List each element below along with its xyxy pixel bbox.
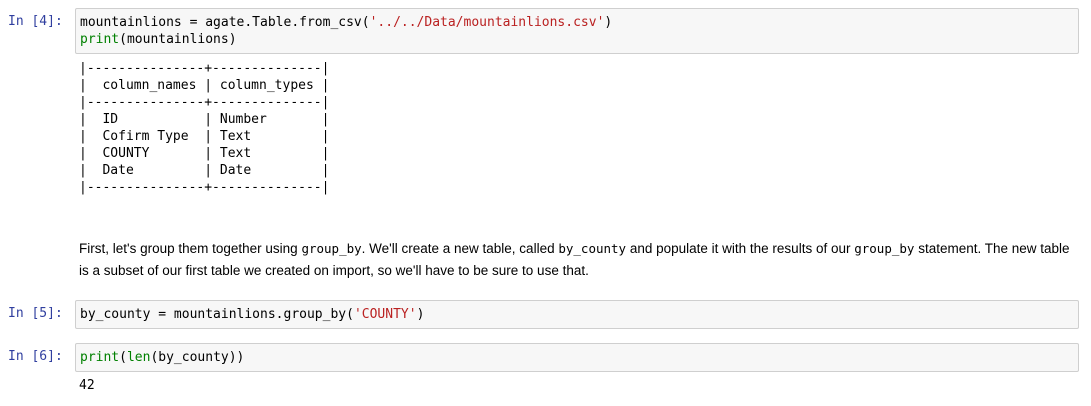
code-text: ) bbox=[416, 307, 425, 322]
code-cell-6[interactable]: print(len(by_county)) bbox=[75, 343, 1079, 372]
cell-output-4: |---------------+--------------| | colum… bbox=[79, 60, 329, 196]
code-cell-4[interactable]: mountainlions = agate.Table.from_csv('..… bbox=[75, 8, 1079, 54]
code-text: ) bbox=[604, 15, 613, 30]
markdown-cell: First, let's group them together using g… bbox=[79, 238, 1079, 282]
markdown-text: and populate it with the results of our bbox=[626, 241, 855, 256]
code-builtin: print bbox=[80, 32, 120, 47]
code-builtin: print bbox=[80, 350, 120, 365]
output-table-line: | column_names | column_types | bbox=[79, 78, 330, 93]
output-table-line: |---------------+--------------| bbox=[79, 180, 330, 195]
output-table-line: | Cofirm Type | Text | bbox=[79, 129, 330, 144]
markdown-text: First, let's group them together using bbox=[79, 241, 302, 256]
output-table-line: | ID | Number | bbox=[79, 112, 330, 127]
cell-prompt-6: In [6]: bbox=[8, 349, 63, 364]
code-string: '../../Data/mountainlions.csv' bbox=[369, 15, 605, 30]
cell-prompt-5: In [5]: bbox=[8, 306, 63, 321]
cell-output-6: 42 bbox=[79, 378, 95, 393]
code-cell-5[interactable]: by_county = mountainlions.group_by('COUN… bbox=[75, 300, 1079, 329]
output-table-line: |---------------+--------------| bbox=[79, 95, 330, 110]
code-string: 'COUNTY' bbox=[353, 307, 417, 322]
inline-code: group_by bbox=[854, 241, 915, 256]
code-text: ( bbox=[119, 350, 127, 365]
cell-prompt-4: In [4]: bbox=[8, 14, 63, 29]
output-table-line: | COUNTY | Text | bbox=[79, 146, 330, 161]
code-builtin: len bbox=[126, 350, 151, 365]
output-table-line: |---------------+--------------| bbox=[79, 61, 330, 76]
code-text: by_county = mountainlions.group_by( bbox=[80, 307, 354, 322]
inline-code: by_county bbox=[558, 241, 627, 256]
markdown-text: . We'll create a new table, called bbox=[361, 241, 559, 256]
code-text: (mountainlions) bbox=[119, 32, 237, 47]
output-table-line: | Date | Date | bbox=[79, 163, 330, 178]
code-text: (by_county)) bbox=[150, 350, 245, 365]
inline-code: group_by bbox=[301, 241, 362, 256]
code-text: mountainlions = agate.Table.from_csv( bbox=[80, 15, 370, 30]
